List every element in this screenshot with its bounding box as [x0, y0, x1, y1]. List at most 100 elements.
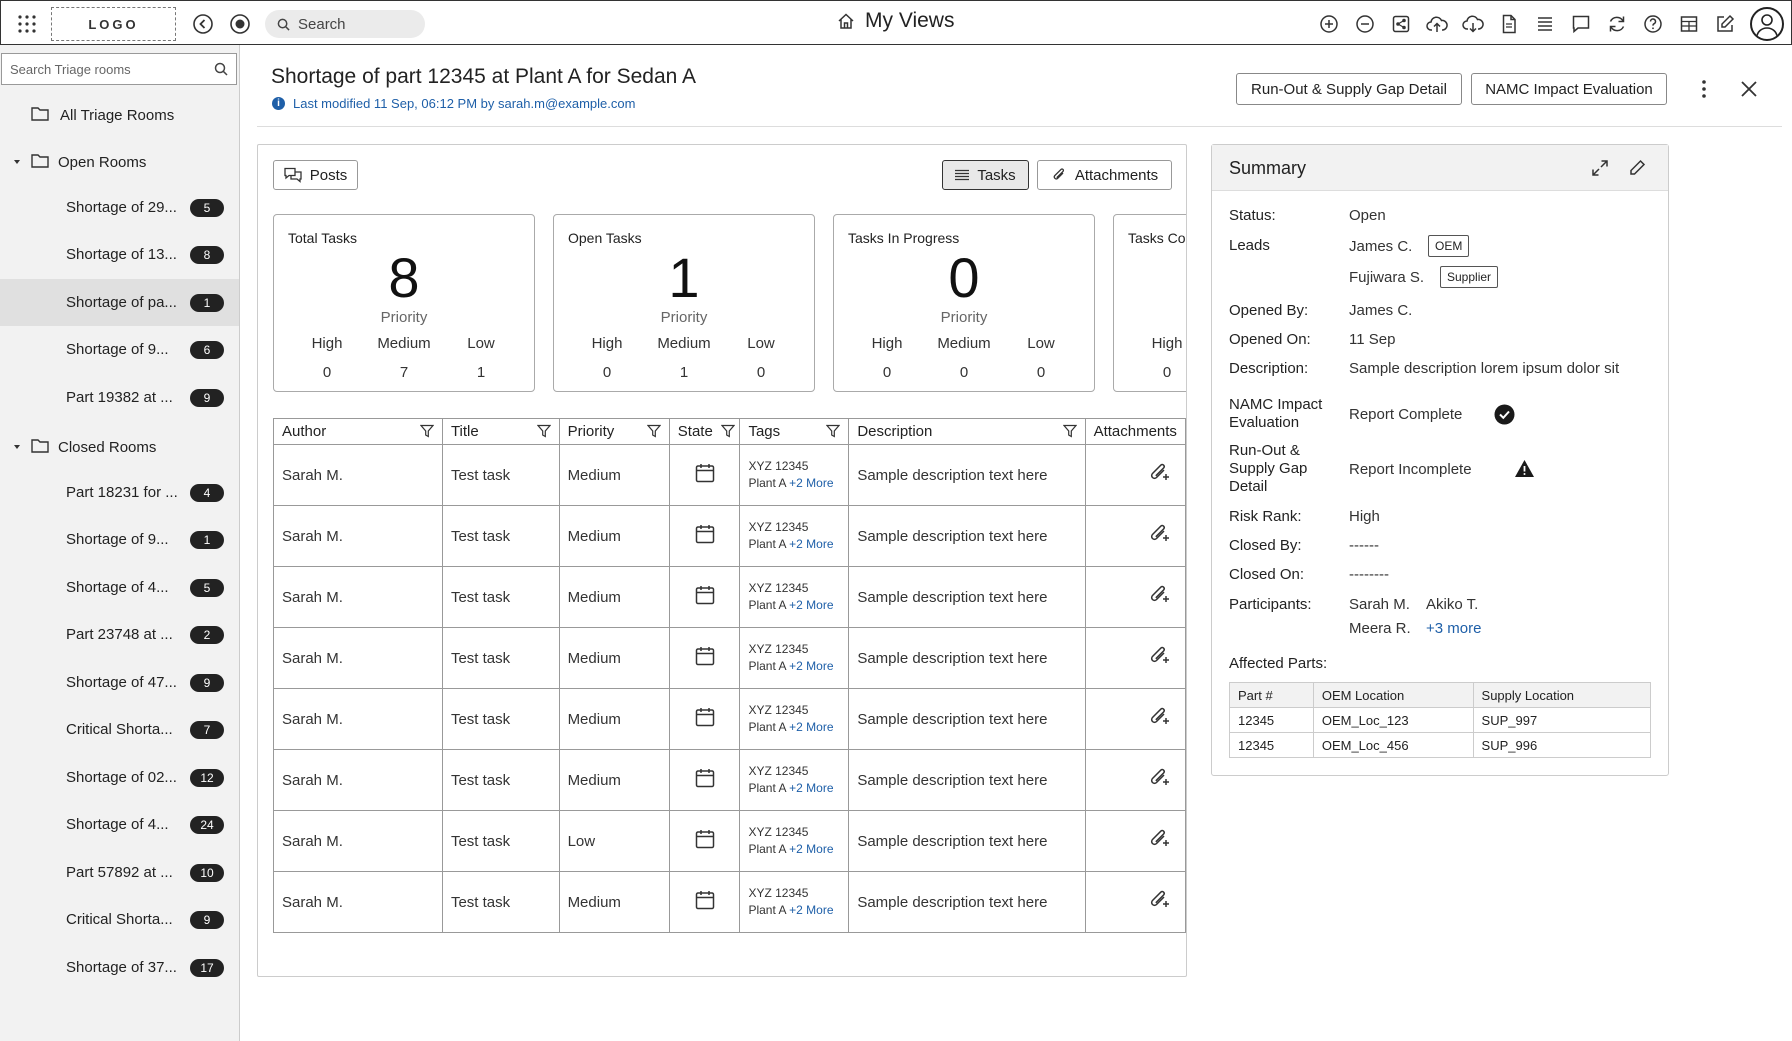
- expand-icon[interactable]: [1591, 159, 1609, 177]
- add-icon[interactable]: [1318, 13, 1340, 35]
- sidebar-room-item[interactable]: Shortage of 29... 5: [0, 184, 239, 231]
- sidebar-room-item[interactable]: Critical Shorta... 7: [0, 706, 239, 753]
- room-count-badge: 6: [190, 341, 224, 359]
- refresh-icon[interactable]: [1606, 13, 1628, 35]
- download-cloud-icon[interactable]: [1462, 13, 1484, 35]
- edit-icon[interactable]: [1714, 13, 1736, 35]
- sidebar-room-item[interactable]: Shortage of 37... 17: [0, 944, 239, 991]
- share-icon[interactable]: [1390, 13, 1412, 35]
- record-icon[interactable]: [229, 13, 251, 35]
- triage-search-input[interactable]: Search Triage rooms: [1, 53, 237, 85]
- sidebar-room-item-selected[interactable]: Shortage of pa... 1: [0, 279, 239, 326]
- table-row[interactable]: Sarah M. Test task Medium XYZ 12345 Plant A …: [273, 566, 1186, 628]
- attachments-cell: [1084, 749, 1186, 811]
- table-row[interactable]: Sarah M. Test task Low XYZ 12345 Plant A +2 …: [273, 810, 1186, 872]
- sidebar-all-triage-rooms[interactable]: All Triage Rooms: [0, 95, 239, 135]
- sidebar-room-item[interactable]: Part 57892 at ... 10: [0, 849, 239, 896]
- participants-key: Participants:: [1229, 596, 1312, 613]
- sidebar-room-item[interactable]: Part 19382 at ... 9: [0, 374, 239, 421]
- sidebar-room-item[interactable]: Shortage of 4... 24: [0, 801, 239, 848]
- sidebar-room-item[interactable]: Shortage of 02... 12: [0, 754, 239, 801]
- add-attachment-icon[interactable]: [1147, 522, 1171, 546]
- sidebar-room-item[interactable]: Shortage of 13... 8: [0, 231, 239, 278]
- table-row[interactable]: Sarah M. Test task Medium XYZ 12345 Plant A …: [273, 688, 1186, 750]
- table-row[interactable]: Sarah M. Test task Medium XYZ 12345 Plant A …: [273, 505, 1186, 567]
- column-header-tags[interactable]: Tags: [739, 418, 850, 445]
- close-icon[interactable]: [1738, 78, 1760, 100]
- posts-button[interactable]: Posts: [273, 160, 358, 190]
- low-count: 1: [476, 364, 486, 381]
- runout-supply-gap-button[interactable]: Run-Out & Supply Gap Detail: [1236, 73, 1462, 105]
- calendar-icon[interactable]: [694, 889, 716, 911]
- column-header-priority[interactable]: Priority: [558, 418, 670, 445]
- calendar-icon[interactable]: [694, 462, 716, 484]
- column-header-title[interactable]: Title: [441, 418, 560, 445]
- add-attachment-icon[interactable]: [1147, 766, 1171, 790]
- calendar-icon[interactable]: [694, 828, 716, 850]
- apps-grid-icon[interactable]: [17, 14, 37, 34]
- logo[interactable]: LOGO: [51, 7, 176, 41]
- namc-impact-button[interactable]: NAMC Impact Evaluation: [1471, 73, 1667, 105]
- calendar-icon[interactable]: [694, 584, 716, 606]
- pencil-icon[interactable]: [1629, 159, 1646, 176]
- more-tags-link[interactable]: +2 More: [789, 598, 833, 612]
- column-header-author[interactable]: Author: [273, 418, 443, 445]
- back-icon[interactable]: [192, 13, 214, 35]
- calendar-icon[interactable]: [694, 767, 716, 789]
- participants-more-link[interactable]: +3 more: [1426, 620, 1481, 637]
- table-icon[interactable]: [1678, 13, 1700, 35]
- sidebar-room-item[interactable]: Part 23748 at ... 2: [0, 611, 239, 658]
- tab-attachments[interactable]: Attachments: [1037, 160, 1172, 190]
- upload-cloud-icon[interactable]: [1426, 13, 1448, 35]
- sidebar-open-rooms-group[interactable]: Open Rooms: [0, 142, 239, 182]
- filter-icon[interactable]: [419, 424, 434, 438]
- add-attachment-icon[interactable]: [1147, 827, 1171, 851]
- sidebar-closed-rooms-group[interactable]: Closed Rooms: [0, 427, 239, 467]
- more-options-icon[interactable]: [1694, 78, 1714, 100]
- sidebar-room-item[interactable]: Critical Shorta... 9: [0, 896, 239, 943]
- more-tags-link[interactable]: +2 More: [789, 842, 833, 856]
- column-header-state[interactable]: State: [668, 418, 741, 445]
- room-label: Part 23748 at ...: [66, 626, 173, 643]
- sidebar-room-item[interactable]: Part 18231 for ... 4: [0, 469, 239, 516]
- tab-tasks[interactable]: Tasks: [942, 160, 1029, 190]
- column-header-description[interactable]: Description: [848, 418, 1086, 445]
- sidebar-room-item[interactable]: Shortage of 47... 9: [0, 659, 239, 706]
- table-row[interactable]: Sarah M. Test task Medium XYZ 12345 Plant A …: [273, 627, 1186, 689]
- sidebar-room-item[interactable]: Shortage of 4... 5: [0, 564, 239, 611]
- add-attachment-icon[interactable]: [1147, 888, 1171, 912]
- calendar-icon[interactable]: [694, 523, 716, 545]
- comment-icon[interactable]: [1570, 13, 1592, 35]
- filter-icon[interactable]: [721, 424, 736, 438]
- filter-icon[interactable]: [536, 424, 551, 438]
- table-row[interactable]: Sarah M. Test task Medium XYZ 12345 Plant A …: [273, 871, 1186, 933]
- add-attachment-icon[interactable]: [1147, 644, 1171, 668]
- more-tags-link[interactable]: +2 More: [789, 903, 833, 917]
- add-attachment-icon[interactable]: [1147, 583, 1171, 607]
- tag-text: Plant A: [748, 903, 786, 917]
- document-icon[interactable]: [1498, 13, 1520, 35]
- more-tags-link[interactable]: +2 More: [789, 659, 833, 673]
- sidebar-room-item[interactable]: Shortage of 9... 1: [0, 516, 239, 563]
- calendar-icon[interactable]: [694, 645, 716, 667]
- user-avatar-icon[interactable]: [1750, 7, 1784, 41]
- filter-icon[interactable]: [646, 424, 661, 438]
- table-row[interactable]: Sarah M. Test task Medium XYZ 12345 Plant A …: [273, 749, 1186, 811]
- help-icon[interactable]: [1642, 13, 1664, 35]
- column-header-attachments[interactable]: Attachments: [1084, 418, 1186, 445]
- global-search[interactable]: Search: [265, 10, 425, 38]
- oem-location: OEM_Loc_456: [1312, 732, 1474, 758]
- calendar-icon[interactable]: [694, 706, 716, 728]
- filter-icon[interactable]: [826, 424, 841, 438]
- sidebar-room-item[interactable]: Shortage of 9... 6: [0, 326, 239, 373]
- more-tags-link[interactable]: +2 More: [789, 537, 833, 551]
- more-tags-link[interactable]: +2 More: [789, 476, 833, 490]
- add-attachment-icon[interactable]: [1147, 461, 1171, 485]
- filter-icon[interactable]: [1062, 424, 1077, 438]
- table-row[interactable]: Sarah M. Test task Medium XYZ 12345 Plant A …: [273, 444, 1186, 506]
- remove-icon[interactable]: [1354, 13, 1376, 35]
- more-tags-link[interactable]: +2 More: [789, 720, 833, 734]
- more-tags-link[interactable]: +2 More: [789, 781, 833, 795]
- add-attachment-icon[interactable]: [1147, 705, 1171, 729]
- list-icon[interactable]: [1534, 13, 1556, 35]
